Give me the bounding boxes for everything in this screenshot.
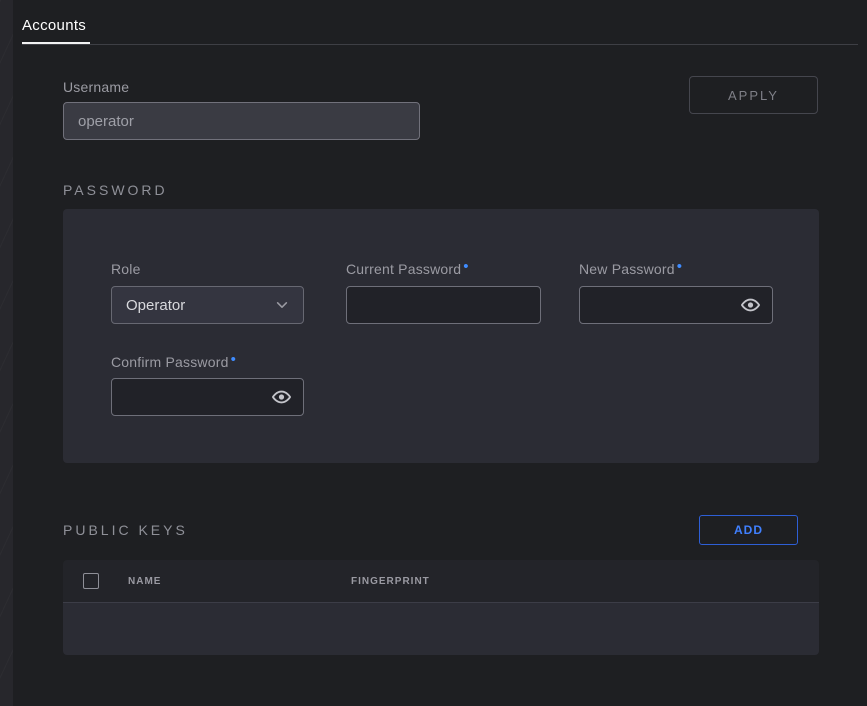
role-select-value: Operator	[126, 297, 275, 314]
apply-button[interactable]: APPLY	[689, 76, 818, 114]
column-header-name: NAME	[128, 576, 161, 587]
public-keys-table: NAME FINGERPRINT	[63, 560, 819, 655]
username-label: Username	[63, 79, 129, 95]
new-password-field-wrap	[579, 286, 773, 324]
eye-icon[interactable]	[740, 295, 761, 316]
current-password-label: Current Password•	[346, 261, 469, 277]
left-edge-panel	[0, 0, 13, 706]
password-card: Role Operator Current Password• New Pass…	[63, 209, 819, 463]
eye-icon[interactable]	[271, 387, 292, 408]
new-password-label-text: New Password	[579, 261, 675, 277]
confirm-password-label-text: Confirm Password	[111, 354, 229, 370]
accounts-settings-page: Accounts Username APPLY PASSWORD Role Op…	[0, 0, 867, 706]
role-select[interactable]: Operator	[111, 286, 304, 324]
add-public-key-button[interactable]: ADD	[699, 515, 798, 545]
public-keys-table-header: NAME FINGERPRINT	[63, 560, 819, 603]
current-password-input[interactable]	[346, 286, 541, 324]
select-all-checkbox[interactable]	[83, 573, 99, 589]
confirm-password-label: Confirm Password•	[111, 354, 236, 370]
required-indicator: •	[677, 258, 682, 275]
password-section-heading: PASSWORD	[63, 182, 168, 198]
required-indicator: •	[463, 258, 468, 275]
tab-accounts[interactable]: Accounts	[22, 17, 86, 34]
current-password-label-text: Current Password	[346, 261, 461, 277]
current-password-field-wrap	[346, 286, 541, 324]
username-input[interactable]	[63, 102, 420, 140]
required-indicator: •	[231, 351, 236, 368]
chevron-down-icon	[275, 298, 289, 312]
role-label: Role	[111, 261, 141, 277]
public-keys-section-heading: PUBLIC KEYS	[63, 522, 188, 538]
confirm-password-field-wrap	[111, 378, 304, 416]
tabbar-divider	[22, 44, 858, 45]
new-password-label: New Password•	[579, 261, 682, 277]
column-header-fingerprint: FINGERPRINT	[351, 576, 430, 587]
public-keys-table-empty-body	[63, 603, 819, 655]
